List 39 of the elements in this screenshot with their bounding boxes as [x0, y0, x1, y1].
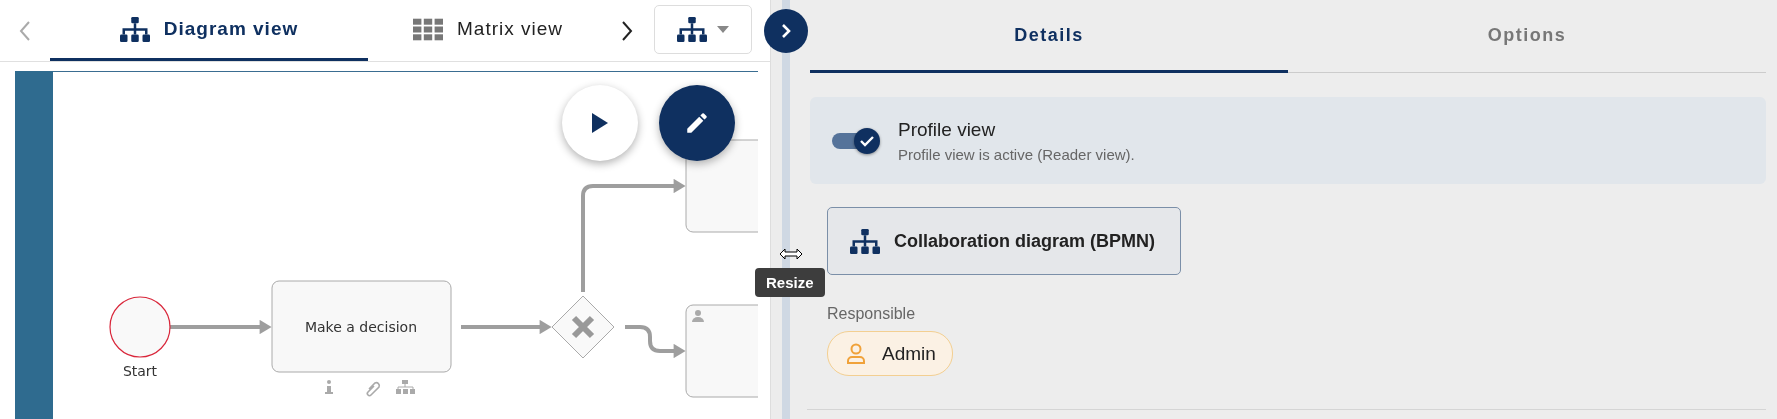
field-label: Responsible	[827, 305, 916, 323]
details-tab[interactable]: Options	[1288, 0, 1766, 73]
grid-icon	[413, 16, 443, 42]
exclusive-gateway[interactable]	[551, 295, 615, 359]
person-chip[interactable]: Admin	[827, 331, 953, 376]
hierarchy-icon	[677, 17, 707, 42]
person-icon	[846, 342, 866, 365]
toggle-label: Profile view	[898, 118, 997, 141]
caret-icon	[717, 26, 729, 33]
view-tab[interactable]: Matrix view	[368, 0, 608, 61]
resize-cursor-icon	[779, 248, 803, 260]
chevron-right-icon	[780, 23, 792, 39]
person-icon	[692, 310, 704, 322]
edit-button[interactable]	[659, 85, 735, 161]
details-tab[interactable]: Details	[810, 0, 1288, 73]
chevron-left-icon[interactable]	[18, 19, 32, 42]
toggle-description: Profile view is active (Reader view).	[898, 145, 1135, 163]
task-node[interactable]	[271, 280, 452, 373]
flow-arrow	[625, 325, 686, 359]
view-tab[interactable]: Diagram view	[50, 0, 368, 61]
toggle-switch[interactable]	[832, 127, 880, 154]
play-icon	[592, 113, 608, 133]
node-label: Make a decision	[304, 319, 418, 335]
hierarchy-icon[interactable]	[396, 380, 415, 394]
node-label: Start	[122, 363, 158, 379]
task-node[interactable]	[685, 304, 758, 398]
diagram-type-button[interactable]: Collaboration diagram (BPMN)	[827, 207, 1181, 275]
info-icon[interactable]	[325, 380, 333, 394]
play-button[interactable]	[562, 85, 638, 161]
collapse-button[interactable]	[764, 9, 808, 53]
tooltip: Resize	[755, 268, 825, 297]
hierarchy-icon	[119, 16, 150, 42]
hierarchy-icon	[850, 228, 880, 254]
chevron-right-icon[interactable]	[620, 19, 634, 42]
start-event[interactable]	[109, 296, 171, 358]
person-name: Admin	[882, 342, 936, 365]
pencil-icon	[684, 110, 710, 136]
diagram-type-dropdown[interactable]	[654, 5, 752, 54]
paperclip-icon[interactable]	[366, 381, 381, 397]
